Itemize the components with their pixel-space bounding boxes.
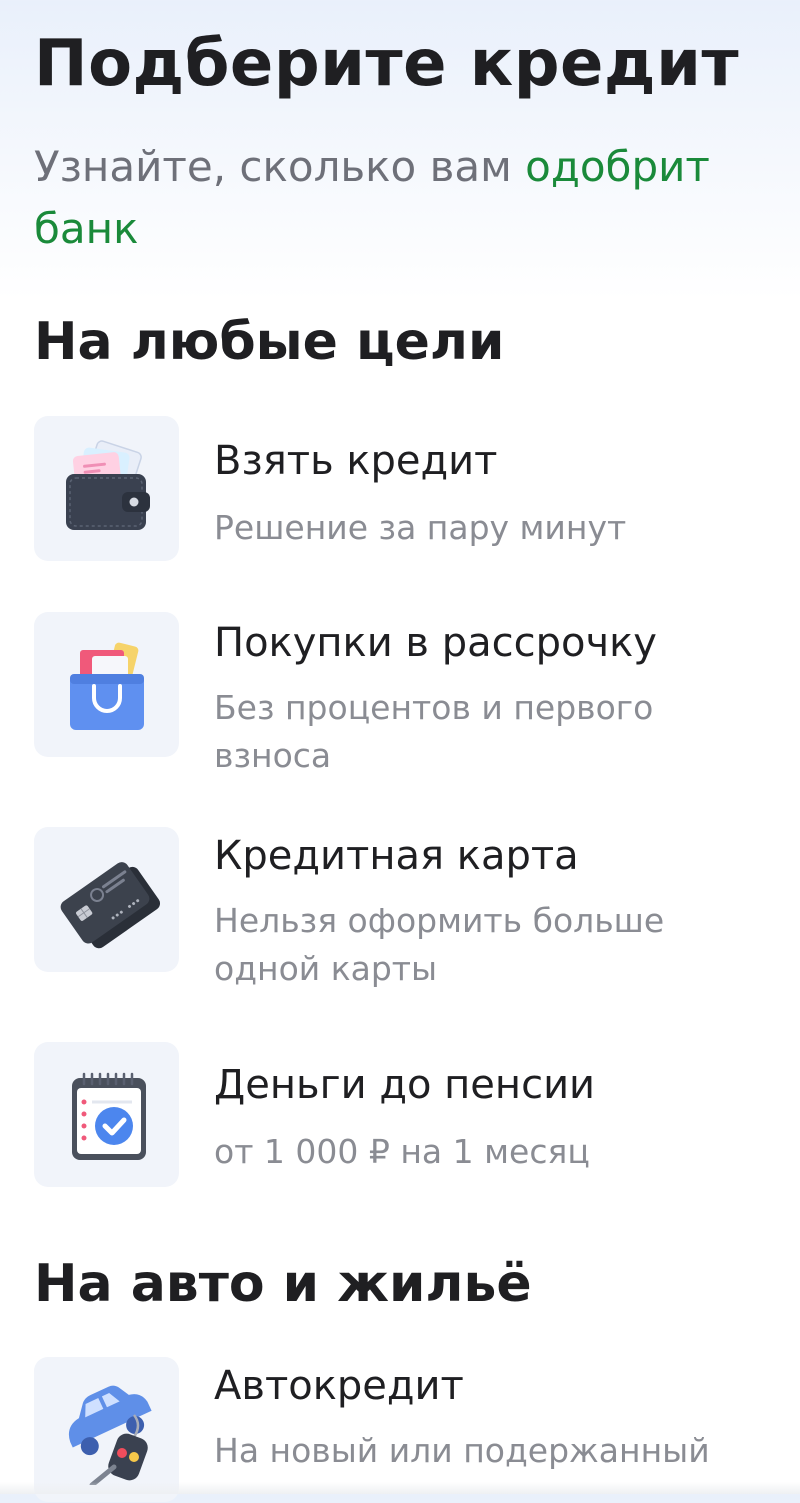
item-description: Решение за пару минут: [214, 508, 627, 547]
loan-selection-screen: Подберите кредит Узнайте, сколько вам од…: [0, 0, 800, 1502]
item-title: Покупки в рассрочку: [214, 620, 657, 666]
list-item-money-before-pension[interactable]: Деньги до пенсии от 1 000 ₽ на 1 месяц: [34, 1042, 774, 1188]
credit-card-icon: [34, 827, 179, 972]
section-title-auto-housing: На авто и жильё: [34, 1254, 532, 1314]
shopping-bag-icon: [34, 612, 179, 757]
item-title: Автокредит: [214, 1363, 464, 1409]
list-item-credit-card[interactable]: Кредитная карта Нельзя оформить больше о…: [34, 827, 774, 1017]
bottom-edge: [0, 1482, 800, 1494]
item-description: На новый или подержанный: [214, 1431, 710, 1470]
list-item-take-loan[interactable]: Взять кредит Решение за пару минут: [34, 416, 774, 562]
page-subtitle: Узнайте, сколько вам одобрит банк: [34, 136, 764, 260]
car-key-icon: [34, 1357, 179, 1502]
wallet-icon: [34, 416, 179, 561]
section-title-any-purpose: На любые цели: [34, 312, 505, 372]
item-title: Взять кредит: [214, 438, 498, 484]
list-item-installments[interactable]: Покупки в рассрочку Без процентов и перв…: [34, 612, 774, 802]
page-title: Подберите кредит: [34, 27, 740, 101]
subtitle-text: Узнайте, сколько вам: [34, 142, 526, 191]
item-title: Кредитная карта: [214, 833, 579, 879]
calendar-check-icon: [34, 1042, 179, 1187]
item-description: от 1 000 ₽ на 1 месяц: [214, 1132, 590, 1171]
item-description: Без процентов и первого взноса: [214, 688, 654, 775]
item-description: Нельзя оформить больше одной карты: [214, 901, 665, 988]
item-title: Деньги до пенсии: [214, 1062, 596, 1108]
